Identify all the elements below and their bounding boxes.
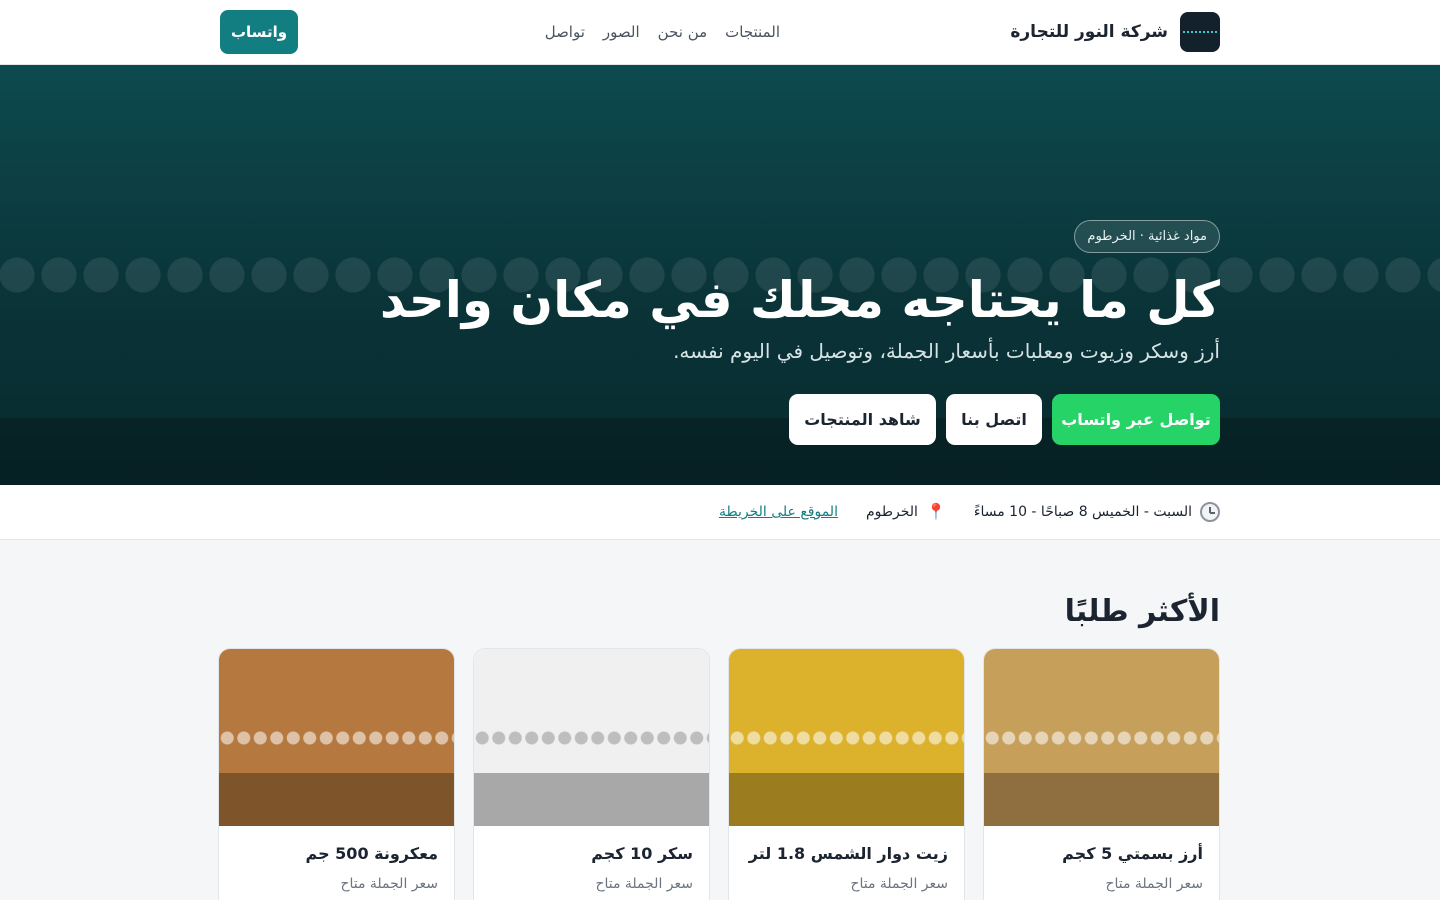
product-card[interactable]: معكرونة 500 جم سعر الجملة متاح xyxy=(218,648,455,900)
nav-about[interactable]: من نحن xyxy=(658,23,708,41)
site-header: شركة النور للتجارة المنتجات من نحن الصور… xyxy=(0,0,1440,65)
info-bar: السبت - الخميس 8 صباحًا - 10 مساءً 📍 الخ… xyxy=(0,485,1440,540)
view-products-button[interactable]: شاهد المنتجات xyxy=(789,394,936,445)
product-price-note: سعر الجملة متاح xyxy=(1105,876,1203,892)
location-text: الخرطوم xyxy=(865,504,918,520)
product-image xyxy=(729,649,964,826)
call-us-button[interactable]: اتصل بنا xyxy=(946,394,1042,445)
product-image-dots xyxy=(984,730,1219,746)
map-link[interactable]: الموقع على الخريطة xyxy=(719,504,838,520)
hero-badge: مواد غذائية · الخرطوم xyxy=(1074,220,1220,253)
brand-name: شركة النور للتجارة xyxy=(1010,22,1168,42)
product-image xyxy=(984,649,1219,826)
hero-title: كل ما يحتاجه محلك في مكان واحد xyxy=(379,271,1220,329)
nav-products[interactable]: المنتجات xyxy=(725,23,780,41)
location: 📍 الخرطوم xyxy=(865,502,946,521)
whatsapp-header-button[interactable]: واتساب xyxy=(220,10,298,54)
product-name: زيت دوار الشمس 1.8 لتر xyxy=(748,844,948,863)
product-image-base xyxy=(474,773,709,826)
products-section-title: الأكثر طلبًا xyxy=(1064,594,1220,629)
product-image-base xyxy=(219,773,454,826)
product-card[interactable]: زيت دوار الشمس 1.8 لتر سعر الجملة متاح xyxy=(728,648,965,900)
info-row: السبت - الخميس 8 صباحًا - 10 مساءً 📍 الخ… xyxy=(719,501,1220,523)
whatsapp-cta-button[interactable]: تواصل عبر واتساب xyxy=(1052,394,1220,445)
product-name: معكرونة 500 جم xyxy=(305,844,438,863)
logo-icon xyxy=(1180,12,1220,52)
hero-cta-group: تواصل عبر واتساب اتصل بنا شاهد المنتجات xyxy=(789,394,1220,445)
product-card-body: معكرونة 500 جم سعر الجملة متاح xyxy=(219,826,454,892)
product-name: أرز بسمتي 5 كجم xyxy=(1062,844,1203,863)
brand[interactable]: شركة النور للتجارة xyxy=(1010,12,1220,52)
product-image xyxy=(219,649,454,826)
hero-section: مواد غذائية · الخرطوم كل ما يحتاجه محلك … xyxy=(0,65,1440,485)
hero-subtitle: أرز وسكر وزيوت ومعلبات بأسعار الجملة، وت… xyxy=(673,339,1220,363)
map-pin-icon: 📍 xyxy=(925,502,946,521)
product-card[interactable]: سكر 10 كجم سعر الجملة متاح xyxy=(473,648,710,900)
opening-hours-text: السبت - الخميس 8 صباحًا - 10 مساءً xyxy=(973,504,1192,520)
product-card-body: زيت دوار الشمس 1.8 لتر سعر الجملة متاح xyxy=(729,826,964,892)
product-image-base xyxy=(984,773,1219,826)
product-image xyxy=(474,649,709,826)
product-image-dots xyxy=(474,730,709,746)
product-price-note: سعر الجملة متاح xyxy=(595,876,693,892)
product-price-note: سعر الجملة متاح xyxy=(340,876,438,892)
product-card[interactable]: أرز بسمتي 5 كجم سعر الجملة متاح xyxy=(983,648,1220,900)
product-price-note: سعر الجملة متاح xyxy=(850,876,948,892)
product-cards: أرز بسمتي 5 كجم سعر الجملة متاح زيت دوار… xyxy=(218,648,1220,900)
product-image-base xyxy=(729,773,964,826)
nav-contact[interactable]: تواصل xyxy=(545,23,585,41)
clock-icon xyxy=(1200,502,1220,522)
hero-bottom-band xyxy=(0,418,1440,485)
product-card-body: سكر 10 كجم سعر الجملة متاح xyxy=(474,826,709,892)
product-name: سكر 10 كجم xyxy=(591,844,693,863)
product-image-dots xyxy=(219,730,454,746)
nav-gallery[interactable]: الصور xyxy=(603,23,640,41)
product-image-dots xyxy=(729,730,964,746)
main-nav: المنتجات من نحن الصور تواصل xyxy=(545,20,780,44)
opening-hours: السبت - الخميس 8 صباحًا - 10 مساءً xyxy=(974,502,1220,522)
product-card-body: أرز بسمتي 5 كجم سعر الجملة متاح xyxy=(984,826,1219,892)
